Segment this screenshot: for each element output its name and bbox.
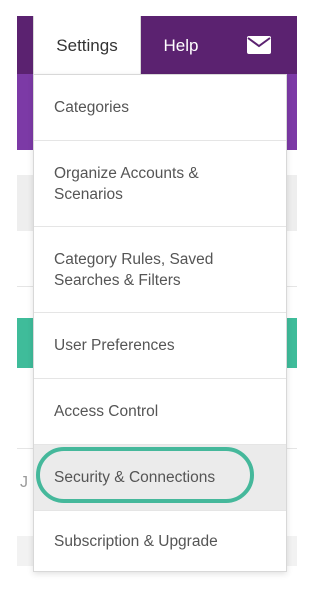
menu-item-categories[interactable]: Categories	[34, 75, 286, 141]
envelope-icon[interactable]	[246, 35, 272, 55]
menu-item-label: Categories	[54, 99, 129, 116]
tab-settings[interactable]: Settings	[33, 16, 141, 76]
menu-item-label: User Preferences	[54, 337, 175, 354]
screenshot-stage: J Settings Help Categories Organize Acco…	[0, 0, 297, 589]
menu-item-label: Organize Accounts & Scenarios	[54, 164, 199, 203]
menu-item-organize-accounts[interactable]: Organize Accounts & Scenarios	[34, 141, 286, 227]
settings-dropdown-menu: Categories Organize Accounts & Scenarios…	[33, 74, 287, 572]
menu-item-subscription-upgrade[interactable]: Subscription & Upgrade	[34, 511, 286, 571]
menu-item-label: Subscription & Upgrade	[54, 532, 218, 550]
menu-item-security-connections[interactable]: Security & Connections	[34, 445, 286, 511]
menu-item-label: Category Rules, Saved Searches & Filters	[54, 250, 214, 289]
menu-item-access-control[interactable]: Access Control	[34, 379, 286, 445]
tab-help-label: Help	[163, 36, 199, 55]
menu-item-user-preferences[interactable]: User Preferences	[34, 313, 286, 379]
background-text-fragment: J	[20, 474, 28, 491]
menu-item-category-rules[interactable]: Category Rules, Saved Searches & Filters	[34, 227, 286, 313]
menu-item-label: Access Control	[54, 403, 159, 420]
tab-help[interactable]: Help	[146, 16, 216, 76]
tab-settings-label: Settings	[56, 36, 118, 55]
menu-item-label: Security & Connections	[54, 469, 216, 486]
